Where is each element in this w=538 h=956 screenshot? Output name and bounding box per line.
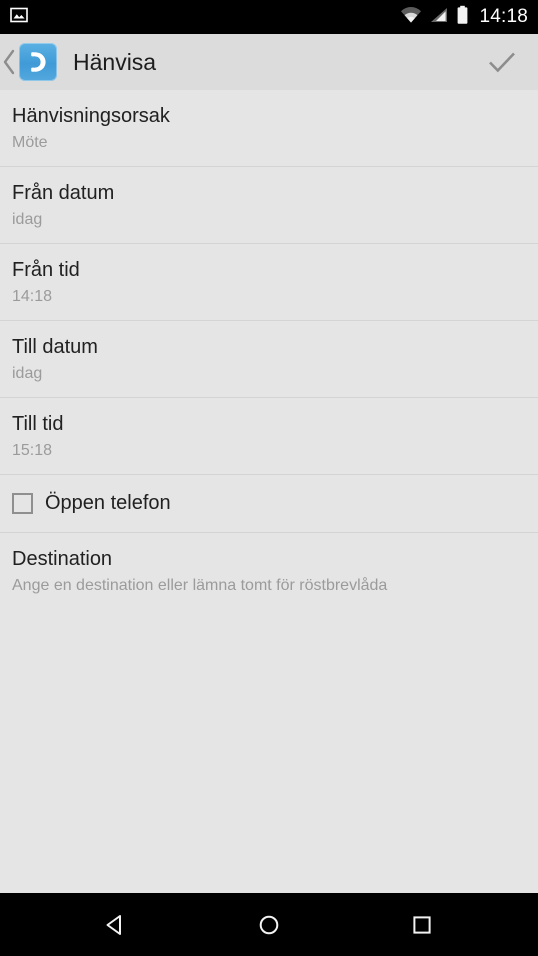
- android-screen: 14:18 Hänvisa Hänvisningsorsak Möte Från…: [0, 0, 538, 956]
- preference-row-reason[interactable]: Hänvisningsorsak Möte: [0, 90, 538, 167]
- preference-summary: 15:18: [12, 442, 53, 459]
- preference-row-destination[interactable]: Destination Ange en destination eller lä…: [0, 533, 538, 609]
- preference-summary: idag: [12, 365, 43, 382]
- preference-list: Hänvisningsorsak Möte Från datum idag Fr…: [0, 90, 538, 893]
- preference-title: Hänvisningsorsak: [12, 105, 170, 127]
- action-bar: Hänvisa: [0, 34, 538, 94]
- confirm-button[interactable]: [480, 40, 524, 84]
- preference-title: Från tid: [12, 259, 80, 281]
- preference-title: Till datum: [12, 336, 98, 358]
- phone-handset-icon[interactable]: [19, 43, 57, 81]
- back-chevron-icon[interactable]: [0, 34, 18, 90]
- image-notification-icon: [9, 5, 29, 30]
- preference-row-from-time[interactable]: Från tid 14:18: [0, 244, 538, 321]
- navigation-bar: [0, 893, 538, 956]
- home-circle-icon[interactable]: [233, 893, 305, 956]
- preference-row-from-date[interactable]: Från datum idag: [0, 167, 538, 244]
- open-phone-checkbox[interactable]: [12, 493, 33, 514]
- back-triangle-icon[interactable]: [80, 893, 152, 956]
- preference-summary: Ange en destination eller lämna tomt för…: [12, 577, 388, 594]
- preference-row-to-date[interactable]: Till datum idag: [0, 321, 538, 398]
- preference-summary: 14:18: [12, 288, 53, 305]
- page-title: Hänvisa: [73, 48, 157, 75]
- status-bar-notifications: [9, 5, 400, 30]
- preference-summary: idag: [12, 211, 43, 228]
- status-bar: 14:18: [0, 0, 538, 34]
- preference-title: Från datum: [12, 182, 115, 204]
- preference-title: Till tid: [12, 413, 64, 435]
- battery-icon: [456, 5, 469, 30]
- signal-icon: [429, 6, 449, 29]
- open-phone-label: Öppen telefon: [45, 492, 171, 514]
- preference-summary: Möte: [12, 134, 48, 151]
- preference-title: Destination: [12, 548, 113, 570]
- wifi-icon: [400, 6, 422, 29]
- preference-row-open-phone[interactable]: Öppen telefon: [0, 475, 538, 533]
- recents-square-icon[interactable]: [386, 893, 458, 956]
- preference-row-to-time[interactable]: Till tid 15:18: [0, 398, 538, 475]
- status-bar-system-icons: 14:18: [400, 5, 528, 30]
- status-bar-clock: 14:18: [479, 6, 528, 27]
